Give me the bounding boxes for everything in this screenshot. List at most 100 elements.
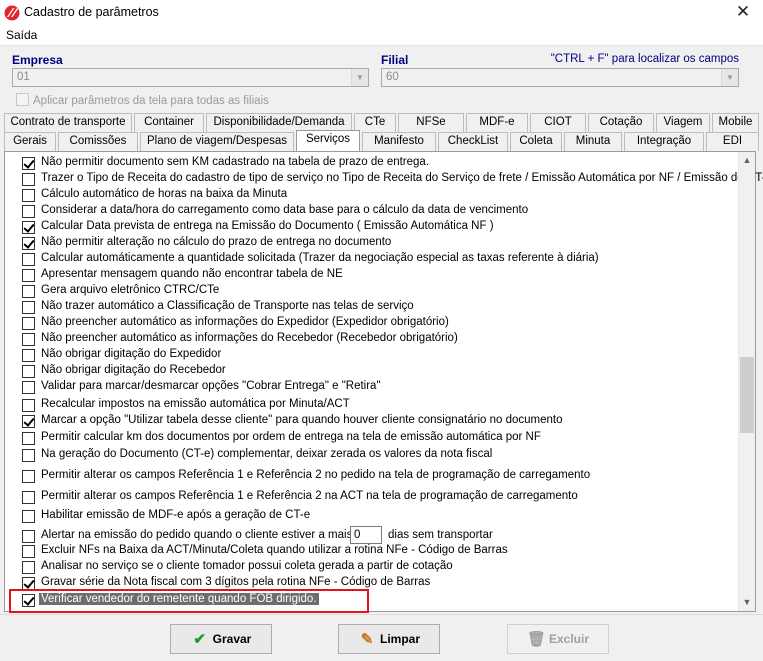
option-label: Não preencher automático as informações … <box>41 332 458 344</box>
option-label: Validar para marcar/desmarcar opções "Co… <box>41 380 381 392</box>
trash-icon: 🗑 <box>526 631 547 648</box>
option-checkbox[interactable] <box>22 221 35 234</box>
checkmark-icon: ✔ <box>193 631 206 648</box>
tab-ciot[interactable]: CIOT <box>530 113 586 132</box>
option-checkbox[interactable] <box>22 432 35 445</box>
tab-gerais[interactable]: Gerais <box>4 132 56 151</box>
days-input[interactable]: 0 <box>350 526 382 544</box>
tab-mdfe[interactable]: MDF-e <box>466 113 528 132</box>
broom-icon: ✎ <box>360 631 374 648</box>
tab-contrato-de-transporte[interactable]: Contrato de transporte <box>4 113 132 132</box>
empresa-label: Empresa <box>12 53 63 67</box>
option-checkbox[interactable] <box>22 349 35 362</box>
tab-comissoes[interactable]: Comissões <box>58 132 138 151</box>
option-label: Marcar a opção "Utilizar tabela desse cl… <box>41 414 563 426</box>
option-checkbox[interactable] <box>22 333 35 346</box>
delete-button[interactable]: 🗑 Excluir <box>507 624 609 654</box>
filial-label: Filial <box>381 53 409 67</box>
menu-bar: Saída <box>0 26 763 46</box>
option-checkbox[interactable] <box>22 399 35 412</box>
tab-servicos[interactable]: Serviços <box>296 130 360 151</box>
scrollbar-thumb[interactable] <box>740 357 754 433</box>
tab-viagem[interactable]: Viagem <box>656 113 710 132</box>
scroll-down-icon[interactable]: ▼ <box>739 594 755 611</box>
option-checkbox[interactable] <box>22 237 35 250</box>
option-label: Não obrigar digitação do Expedidor <box>41 348 222 360</box>
option-label: Permitir alterar os campos Referência 1 … <box>41 490 578 502</box>
option-checkbox[interactable] <box>22 189 35 202</box>
scroll-up-icon[interactable]: ▲ <box>739 152 755 169</box>
option-checkbox[interactable] <box>22 530 35 543</box>
option-label: Não permitir alteração no cálculo do pra… <box>41 236 392 248</box>
tab-cotacao[interactable]: Cotação <box>588 113 654 132</box>
tab-cte[interactable]: CTe <box>354 113 396 132</box>
filial-value: 60 <box>386 71 399 83</box>
title-bar: Cadastro de parâmetros ✕ <box>0 0 763 26</box>
option-checkbox[interactable] <box>22 365 35 378</box>
save-button-label: Gravar <box>212 632 252 646</box>
options-panel: Não permitir documento sem KM cadastrado… <box>4 151 763 612</box>
option-label: Na geração do Documento (CT-e) complemen… <box>41 448 493 460</box>
option-label: Habilitar emissão de MDF-e após a geraçã… <box>41 509 311 521</box>
delete-button-label: Excluir <box>548 632 590 646</box>
option-checkbox[interactable] <box>22 301 35 314</box>
chevron-down-icon[interactable]: ▼ <box>351 69 368 86</box>
tab-coleta[interactable]: Coleta <box>510 132 562 151</box>
option-checkbox[interactable] <box>22 470 35 483</box>
vertical-scrollbar[interactable]: ▲ ▼ <box>738 152 755 611</box>
option-checkbox[interactable] <box>22 381 35 394</box>
option-checkbox[interactable] <box>22 269 35 282</box>
apply-all-option[interactable]: Aplicar parâmetros da tela para todas as… <box>16 93 269 107</box>
option-label: Apresentar mensagem quando não encontrar… <box>41 268 343 280</box>
option-label: Excluir NFs na Baixa da ACT/Minuta/Colet… <box>41 544 508 556</box>
option-checkbox[interactable] <box>22 545 35 558</box>
apply-all-label: Aplicar parâmetros da tela para todas as… <box>33 95 269 107</box>
tab-nfse[interactable]: NFSe <box>398 113 464 132</box>
option-label: Gera arquivo eletrônico CTRC/CTe <box>41 284 220 296</box>
tab-edi[interactable]: EDI <box>706 132 759 151</box>
tab-mobile[interactable]: Mobile <box>712 113 759 132</box>
close-icon[interactable]: ✕ <box>729 1 757 23</box>
days-suffix-label: dias sem transportar <box>388 529 493 541</box>
option-label: Trazer o Tipo de Receita do cadastro de … <box>41 172 763 184</box>
tab-plano-de-viagem[interactable]: Plano de viagem/Despesas <box>140 132 294 151</box>
empresa-value: 01 <box>17 71 30 83</box>
tab-checklist[interactable]: CheckList <box>438 132 508 151</box>
tab-minuta[interactable]: Minuta <box>564 132 622 151</box>
tab-manifesto[interactable]: Manifesto <box>362 132 436 151</box>
option-label: Cálculo automático de horas na baixa da … <box>41 188 288 200</box>
option-checkbox[interactable] <box>22 285 35 298</box>
option-checkbox[interactable] <box>22 491 35 504</box>
tab-integracao[interactable]: Integração <box>624 132 704 151</box>
option-label: Gravar série da Nota fiscal com 3 dígito… <box>41 576 431 588</box>
option-checkbox[interactable] <box>22 205 35 218</box>
button-bar: ✔ Gravar ✎ Limpar 🗑 Excluir <box>0 614 763 661</box>
option-label: Não preencher automático as informações … <box>41 316 449 328</box>
save-button[interactable]: ✔ Gravar <box>170 624 272 654</box>
option-checkbox[interactable] <box>22 449 35 462</box>
menu-item-saida[interactable]: Saída <box>6 28 37 42</box>
option-label: Não permitir documento sem KM cadastrado… <box>41 156 430 168</box>
option-label: Permitir calcular km dos documentos por … <box>41 431 541 443</box>
option-checkbox[interactable] <box>22 317 35 330</box>
option-checkbox[interactable] <box>22 253 35 266</box>
option-label: Analisar no serviço se o cliente tomador… <box>41 560 453 572</box>
chevron-down-icon[interactable]: ▼ <box>721 69 738 86</box>
empresa-select[interactable]: 01 ▼ <box>12 68 369 87</box>
apply-all-checkbox[interactable] <box>16 93 29 106</box>
option-checkbox[interactable] <box>22 561 35 574</box>
option-checkbox[interactable] <box>22 157 35 170</box>
filial-select[interactable]: 60 ▼ <box>381 68 739 87</box>
window-title: Cadastro de parâmetros <box>24 5 159 19</box>
option-label: Permitir alterar os campos Referência 1 … <box>41 469 591 481</box>
option-checkbox[interactable] <box>22 173 35 186</box>
option-label: Calcular Data prevista de entrega na Emi… <box>41 220 494 232</box>
option-label: Considerar a data/hora do carregamento c… <box>41 204 529 216</box>
clear-button-label: Limpar <box>379 632 420 646</box>
highlight-annotation <box>9 589 369 613</box>
clear-button[interactable]: ✎ Limpar <box>338 624 440 654</box>
tab-container[interactable]: Container <box>134 113 204 132</box>
option-checkbox[interactable] <box>22 510 35 523</box>
option-label: Recalcular impostos na emissão automátic… <box>41 398 350 410</box>
option-checkbox[interactable] <box>22 415 35 428</box>
